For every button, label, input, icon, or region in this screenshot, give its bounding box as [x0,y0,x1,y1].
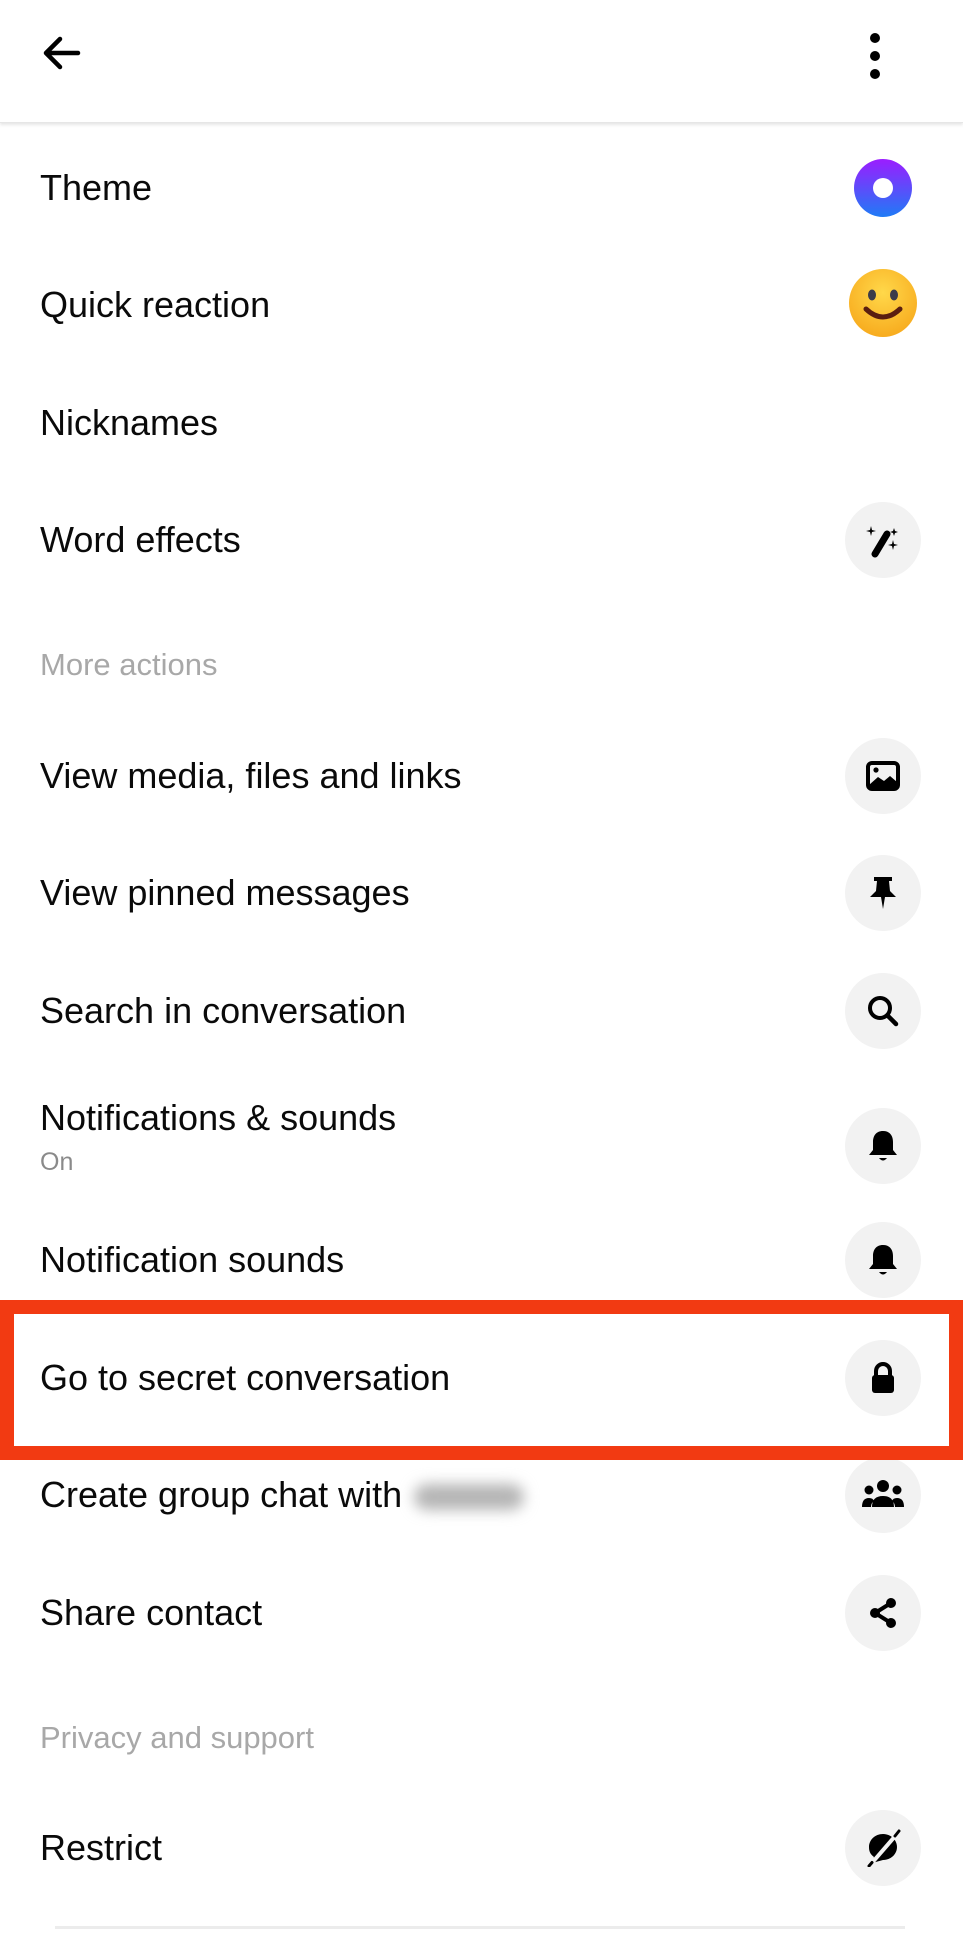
next-row-edge [55,1926,905,1929]
row-notification-sounds[interactable]: Notification sounds [0,1202,963,1319]
bell-icon [845,1108,921,1184]
row-label-text: Create group chat with [40,1474,403,1515]
notifications-status: On [40,1148,74,1176]
row-view-pinned[interactable]: View pinned messages [0,835,963,952]
arrow-left-icon [43,36,81,70]
magic-wand-icon [845,502,921,578]
row-label: Restrict [40,1827,163,1868]
smiley-emoji-icon [845,265,921,341]
row-label: Search in conversation [40,990,407,1031]
row-theme[interactable]: Theme [0,130,963,247]
row-label: View media, files and links [40,755,462,796]
restrict-icon [845,1810,921,1886]
row-label: Quick reaction [40,284,271,325]
group-icon [845,1457,921,1533]
back-button[interactable] [38,30,98,80]
row-view-media[interactable]: View media, files and links [0,718,963,835]
row-share-contact[interactable]: Share contact [0,1555,963,1672]
image-icon [845,738,921,814]
row-search-in-conversation[interactable]: Search in conversation [0,953,963,1070]
row-restrict[interactable]: Restrict [0,1790,963,1907]
bell-icon [845,1222,921,1298]
row-notifications-and-sounds[interactable]: Notifications & sounds On [0,1070,963,1200]
row-nicknames[interactable]: Nicknames [0,365,963,482]
redacted-contact-name [414,1484,525,1511]
row-label: Theme [40,167,153,208]
theme-ring-icon [845,150,921,226]
row-label: View pinned messages [40,872,410,913]
search-icon [845,973,921,1049]
row-label: Notification sounds [40,1239,345,1280]
row-go-to-secret-conversation[interactable]: Go to secret conversation [0,1320,963,1437]
row-label: Create group chat with [40,1474,525,1515]
row-create-group-chat[interactable]: Create group chat with [0,1437,963,1554]
row-label: Notifications & sounds [40,1097,397,1138]
section-header-privacy-and-support: Privacy and support [40,1720,314,1755]
row-quick-reaction[interactable]: Quick reaction [0,247,963,364]
pin-icon [845,855,921,931]
section-header-more-actions: More actions [40,647,218,682]
more-options-button[interactable] [855,26,895,86]
row-word-effects[interactable]: Word effects [0,482,963,599]
row-label: Word effects [40,519,241,560]
lock-icon [845,1340,921,1416]
row-label: Nicknames [40,402,219,443]
top-app-bar [0,0,963,123]
row-label: Share contact [40,1592,263,1633]
share-icon [845,1575,921,1651]
row-label: Go to secret conversation [40,1357,451,1398]
more-vertical-icon [870,33,880,79]
